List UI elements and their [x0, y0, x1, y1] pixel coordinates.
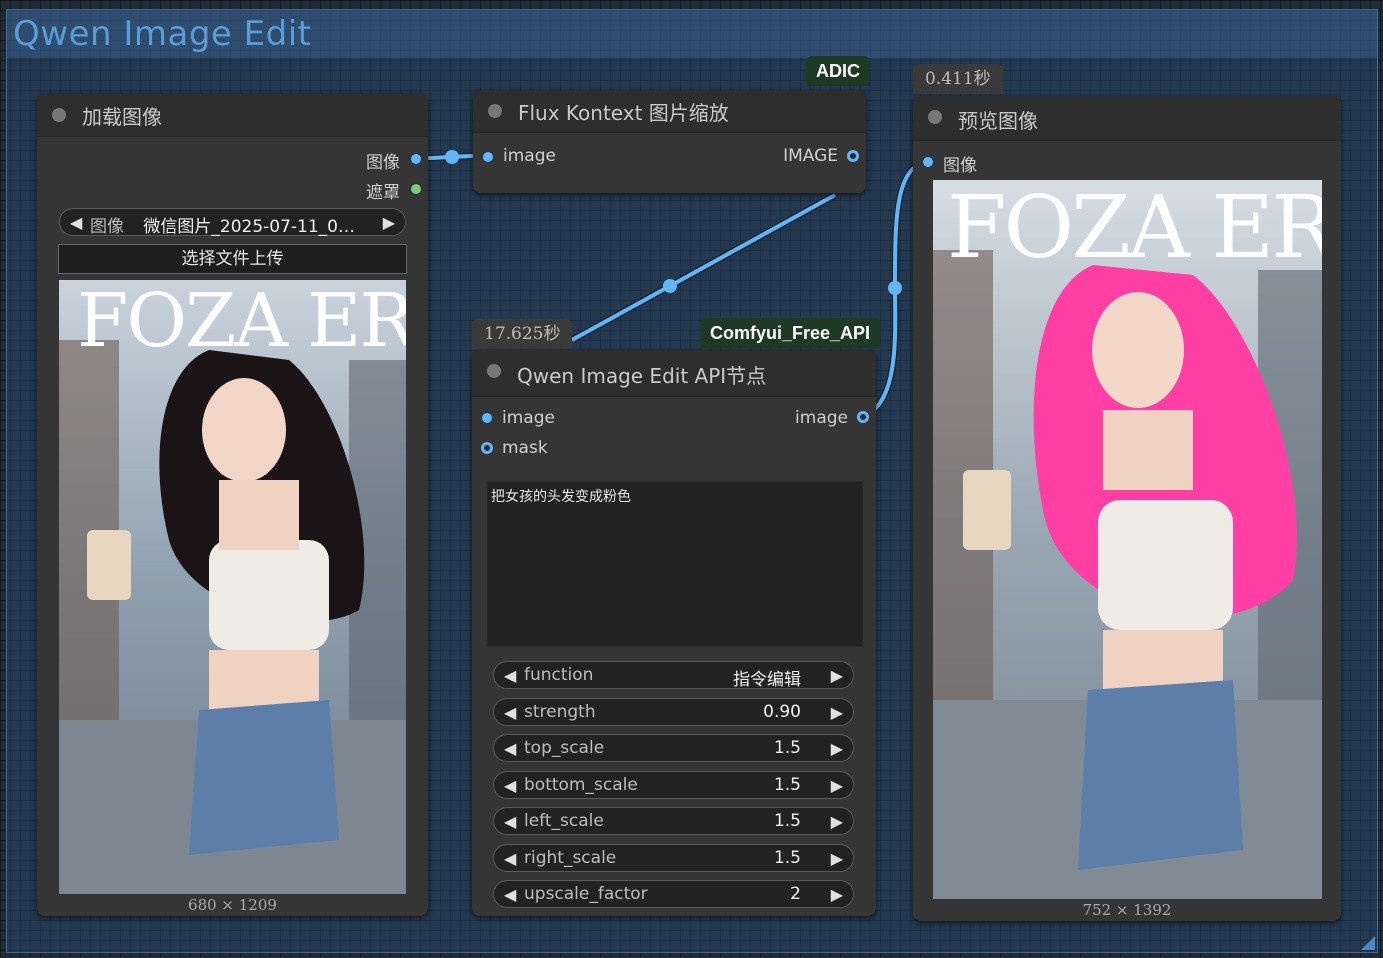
decrement-arrow-icon[interactable]: ◀: [504, 849, 516, 868]
photo-masthead: FOZA ER: [947, 180, 1322, 278]
collapse-dot-icon[interactable]: [487, 364, 501, 378]
collapse-dot-icon[interactable]: [52, 108, 66, 122]
group-resize-handle[interactable]: [1361, 936, 1375, 950]
widget-value: 1.5: [773, 811, 801, 831]
right-scale-widget[interactable]: ◀ right_scale 1.5 ▶: [493, 844, 854, 872]
increment-arrow-icon[interactable]: ▶: [831, 703, 843, 722]
decrement-arrow-icon[interactable]: ◀: [504, 666, 516, 685]
preview-image-node[interactable]: 预览图像 图像 FOZA ER 752 × 1392: [913, 96, 1341, 921]
group-title: Qwen Image Edit: [13, 14, 312, 54]
increment-arrow-icon[interactable]: ▶: [831, 666, 843, 685]
input-label-image: image: [503, 146, 556, 166]
image-size-label: 680 × 1209: [188, 896, 277, 914]
node-title: Qwen Image Edit API节点: [517, 364, 767, 388]
widget-name: top_scale: [524, 738, 605, 758]
node-header[interactable]: 加载图像: [37, 94, 428, 137]
increment-arrow-icon[interactable]: ▶: [831, 849, 843, 868]
widget-value: 微信图片_2025-07-11_0…: [143, 217, 355, 237]
node-header[interactable]: 预览图像: [913, 96, 1341, 141]
output-socket-image[interactable]: [857, 411, 869, 423]
widget-name: bottom_scale: [524, 775, 638, 795]
photo-masthead: FOZA ER: [77, 280, 406, 364]
increment-arrow-icon[interactable]: ▶: [831, 812, 843, 831]
node-header[interactable]: Qwen Image Edit API节点: [472, 350, 876, 397]
increment-arrow-icon[interactable]: ▶: [831, 739, 843, 758]
widget-value: 0.90: [763, 702, 801, 722]
widget-name: right_scale: [524, 848, 617, 868]
input-socket-image[interactable]: [482, 151, 494, 163]
decrement-arrow-icon[interactable]: ◀: [504, 739, 516, 758]
output-label-image: IMAGE: [783, 146, 838, 166]
source-image-preview: FOZA ER: [59, 280, 406, 894]
input-label-mask: mask: [502, 438, 548, 458]
decrement-arrow-icon[interactable]: ◀: [504, 776, 516, 795]
top-scale-widget[interactable]: ◀ top_scale 1.5 ▶: [493, 734, 854, 762]
image-select-widget[interactable]: ◀ 图像 微信图片_2025-07-11_0… ▶: [59, 208, 406, 237]
node-header[interactable]: Flux Kontext 图片缩放: [473, 90, 866, 133]
output-socket-mask[interactable]: [410, 183, 422, 195]
bottom-scale-widget[interactable]: ◀ bottom_scale 1.5 ▶: [493, 771, 854, 799]
widget-name: function: [524, 665, 594, 685]
execution-time-tag: 0.411秒: [913, 64, 1003, 94]
output-label-mask: 遮罩: [366, 183, 400, 203]
widget-value: 1.5: [773, 738, 801, 758]
input-socket-image[interactable]: [481, 412, 493, 424]
prompt-textarea[interactable]: 把女孩的头发变成粉色: [487, 481, 863, 647]
widget-value: 2: [790, 884, 801, 904]
strength-widget[interactable]: ◀ strength 0.90 ▶: [493, 698, 854, 726]
input-label-image: 图像: [943, 156, 977, 176]
widget-name: left_scale: [524, 811, 604, 831]
node-title: 加载图像: [82, 105, 162, 129]
node-badge: ADIC: [806, 56, 870, 86]
increment-arrow-icon[interactable]: ▶: [831, 885, 843, 904]
widget-value: 1.5: [773, 848, 801, 868]
prev-arrow-icon[interactable]: ◀: [70, 213, 82, 232]
collapse-dot-icon[interactable]: [488, 104, 502, 118]
left-scale-widget[interactable]: ◀ left_scale 1.5 ▶: [493, 807, 854, 835]
upscale-factor-widget[interactable]: ◀ upscale_factor 2 ▶: [493, 880, 854, 908]
increment-arrow-icon[interactable]: ▶: [831, 776, 843, 795]
qwen-image-edit-api-node[interactable]: Qwen Image Edit API节点 image mask image 把…: [472, 350, 876, 916]
execution-time-tag: 17.625秒: [472, 319, 573, 349]
output-label-image: image: [795, 408, 848, 428]
image-size-label: 752 × 1392: [1082, 901, 1172, 919]
upload-button[interactable]: 选择文件上传: [58, 244, 407, 274]
node-badge: Comfyui_Free_API: [700, 318, 881, 348]
widget-name: upscale_factor: [524, 884, 648, 904]
output-socket-image[interactable]: [410, 153, 422, 165]
input-label-image: image: [502, 408, 555, 428]
input-socket-mask[interactable]: [481, 442, 493, 454]
flux-kontext-resize-node[interactable]: Flux Kontext 图片缩放 image IMAGE: [473, 90, 866, 193]
widget-value: 指令编辑: [733, 670, 801, 690]
input-socket-image[interactable]: [922, 156, 934, 168]
node-title: 预览图像: [958, 109, 1038, 133]
output-image-preview: FOZA ER: [933, 180, 1322, 899]
collapse-dot-icon[interactable]: [928, 110, 942, 124]
load-image-node[interactable]: 加载图像 图像 遮罩 ◀ 图像 微信图片_2025-07-11_0… ▶ 选择文…: [37, 94, 428, 916]
next-arrow-icon[interactable]: ▶: [383, 213, 395, 232]
decrement-arrow-icon[interactable]: ◀: [504, 812, 516, 831]
widget-name: 图像: [90, 217, 124, 237]
function-widget[interactable]: ◀ function 指令编辑 ▶: [493, 661, 854, 690]
decrement-arrow-icon[interactable]: ◀: [504, 703, 516, 722]
widget-name: strength: [524, 702, 596, 722]
group-header[interactable]: Qwen Image Edit: [7, 10, 1377, 58]
node-title: Flux Kontext 图片缩放: [518, 101, 729, 125]
widget-value: 1.5: [773, 775, 801, 795]
output-label-image: 图像: [366, 153, 400, 173]
decrement-arrow-icon[interactable]: ◀: [504, 885, 516, 904]
output-socket-image[interactable]: [847, 150, 859, 162]
